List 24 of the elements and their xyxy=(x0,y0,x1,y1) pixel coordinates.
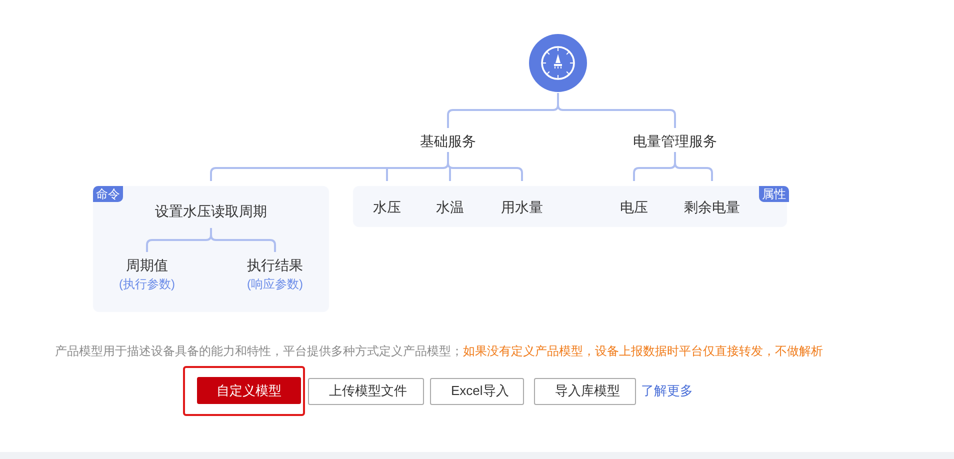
custom-model-button[interactable]: 自定义模型 xyxy=(197,377,301,404)
connector-line xyxy=(146,228,212,252)
property-label: 用水量 xyxy=(501,198,543,216)
description-text: 产品模型用于描述设备具备的能力和特性，平台提供多种方式定义产品模型； xyxy=(55,344,463,358)
gauge-icon xyxy=(540,45,576,81)
parameter-type: (执行参数) xyxy=(119,276,175,293)
property-label: 水压 xyxy=(373,198,401,216)
parameter-label: 执行结果 xyxy=(247,256,303,274)
command-label: 设置水压读取周期 xyxy=(155,202,267,220)
property-tag: 属性 xyxy=(759,186,789,202)
property-label: 电压 xyxy=(620,198,648,216)
command-tag: 命令 xyxy=(93,186,123,202)
service-label: 基础服务 xyxy=(420,132,476,150)
action-button[interactable]: Excel导入 xyxy=(430,378,524,404)
connector-line xyxy=(210,234,276,252)
action-button[interactable]: 上传模型文件 xyxy=(308,378,424,404)
service-label: 电量管理服务 xyxy=(633,132,717,150)
property-label: 剩余电量 xyxy=(684,198,740,216)
warning-text: 如果没有定义产品模型，设备上报数据时平台仅直接转发，不做解析 xyxy=(463,344,823,358)
property-label: 水温 xyxy=(436,198,464,216)
learn-more-link[interactable]: 了解更多 xyxy=(641,382,693,400)
action-button[interactable]: 导入库模型 xyxy=(534,378,636,404)
parameter-type: (响应参数) xyxy=(247,276,303,293)
parameter-label: 周期值 xyxy=(126,256,168,274)
